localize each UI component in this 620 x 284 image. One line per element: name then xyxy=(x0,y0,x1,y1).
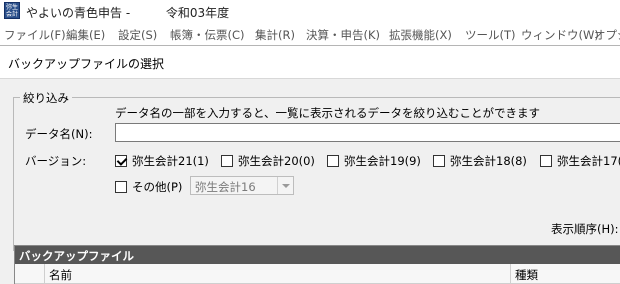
menu-closing[interactable]: 決算・申告(K) xyxy=(306,27,380,43)
data-name-label: データ名(N): xyxy=(25,127,93,141)
version-checkbox-label: 弥生会計18(8) xyxy=(450,154,527,168)
column-header-name[interactable]: 名前 xyxy=(45,264,511,284)
other-version-select-value: 弥生会計16 xyxy=(195,180,256,194)
checkbox-icon[interactable] xyxy=(540,155,552,167)
menu-settings[interactable]: 設定(S) xyxy=(118,27,157,43)
masked-region xyxy=(134,7,162,17)
other-version-checkbox[interactable]: その他(P) xyxy=(115,179,182,195)
sort-order-label: 表示順序(H): xyxy=(551,222,619,236)
backup-list-column-headers: 名前 種類 xyxy=(15,264,620,284)
column-header-type[interactable]: 種類 xyxy=(511,264,620,284)
version-checkbox-label: 弥生会計21(1) xyxy=(132,154,209,168)
checkbox-icon[interactable] xyxy=(327,155,339,167)
menu-edit[interactable]: 編集(E) xyxy=(66,27,105,43)
backup-file-list: バックアップファイル 名前 種類 xyxy=(14,245,620,284)
menu-file[interactable]: ファイル(F) xyxy=(4,27,66,43)
filter-legend: 絞り込み xyxy=(20,90,72,106)
menu-ledger[interactable]: 帳簿・伝票(C) xyxy=(170,27,245,43)
backup-list-header: バックアップファイル xyxy=(15,246,620,264)
other-version-select[interactable]: 弥生会計16 xyxy=(190,176,294,195)
menu-bar: ファイル(F) 編集(E) 設定(S) 帳簿・伝票(C) 集計(R) 決算・申告… xyxy=(0,22,620,45)
version-checkbox-20[interactable]: 弥生会計20(0) xyxy=(221,153,315,169)
chevron-down-icon[interactable] xyxy=(277,177,293,194)
version-label: バージョン: xyxy=(25,154,87,168)
window-title-prefix: やよいの青色申告 - xyxy=(26,6,131,20)
version-checkbox-17[interactable]: 弥生会計17( xyxy=(540,153,620,169)
checkbox-icon[interactable] xyxy=(115,181,127,193)
menu-tools[interactable]: ツール(T) xyxy=(465,27,516,43)
window-titlebar: 弥生会計 やよいの青色申告 - 令和03年度 xyxy=(0,0,620,22)
menu-summary[interactable]: 集計(R) xyxy=(255,27,295,43)
dialog-title: バックアップファイルの選択 xyxy=(8,57,165,71)
checkbox-icon[interactable] xyxy=(433,155,445,167)
data-name-input[interactable] xyxy=(115,123,620,142)
checkbox-checked-icon[interactable] xyxy=(115,155,127,167)
dialog-titlebar: バックアップファイルの選択 xyxy=(0,46,620,79)
version-checkbox-19[interactable]: 弥生会計19(9) xyxy=(327,153,421,169)
window-title: やよいの青色申告 - 令和03年度 xyxy=(26,4,229,21)
menu-options[interactable]: オプシ xyxy=(594,27,620,43)
yayoi-app-icon[interactable]: 弥生会計 xyxy=(4,2,20,19)
version-checkbox-label: 弥生会計17( xyxy=(557,154,620,168)
filter-hint: データ名の一部を入力すると、一覧に表示されるデータを絞り込むことができます xyxy=(115,106,541,120)
backup-select-dialog: バックアップファイルの選択 絞り込み データ名の一部を入力すると、一覧に表示され… xyxy=(0,45,620,284)
version-checkbox-18[interactable]: 弥生会計18(8) xyxy=(433,153,527,169)
version-checkbox-label: 弥生会計19(9) xyxy=(344,154,421,168)
menu-extensions[interactable]: 拡張機能(X) xyxy=(389,27,452,43)
checkbox-icon[interactable] xyxy=(221,155,233,167)
version-checkbox-label: 弥生会計20(0) xyxy=(238,154,315,168)
other-version-label: その他(P) xyxy=(132,180,183,194)
column-header-select[interactable] xyxy=(15,264,45,284)
version-checkbox-21[interactable]: 弥生会計21(1) xyxy=(115,153,209,169)
menu-window[interactable]: ウィンドウ(W) xyxy=(521,27,599,43)
window-title-suffix: 令和03年度 xyxy=(165,6,230,20)
